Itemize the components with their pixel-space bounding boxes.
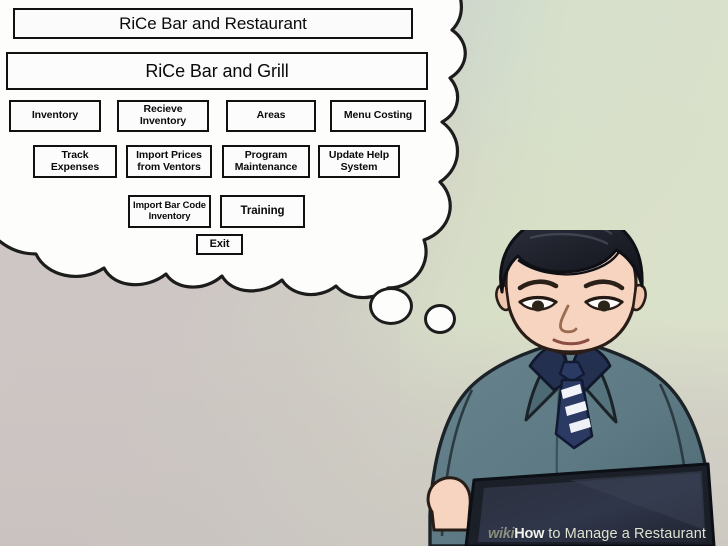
- restaurant-management-app-window: RiCe Bar and Restaurant RiCe Bar and Gri…: [0, 0, 440, 270]
- button-import-prices-from-ventors[interactable]: Import Prices from Ventors: [126, 145, 212, 178]
- wikihow-watermark: wiki How to Manage a Restaurant: [488, 524, 706, 544]
- watermark-brand-suffix: How: [514, 526, 545, 542]
- hand-left: [426, 476, 472, 532]
- button-recieve-inventory[interactable]: Recieve Inventory: [117, 100, 209, 132]
- button-update-help-system[interactable]: Update Help System: [318, 145, 400, 178]
- button-import-bar-code-inventory[interactable]: Import Bar Code Inventory: [128, 195, 211, 228]
- button-menu-costing[interactable]: Menu Costing: [330, 100, 426, 132]
- app-titlebar: RiCe Bar and Restaurant: [13, 8, 413, 39]
- button-exit[interactable]: Exit: [196, 234, 243, 255]
- button-areas[interactable]: Areas: [226, 100, 316, 132]
- button-track-expenses[interactable]: Track Expenses: [33, 145, 117, 178]
- screenshot-canvas: RiCe Bar and Restaurant RiCe Bar and Gri…: [0, 0, 728, 546]
- watermark-brand-prefix: wiki: [488, 526, 515, 542]
- button-training[interactable]: Training: [220, 195, 305, 228]
- button-program-maintenance[interactable]: Program Maintenance: [222, 145, 310, 178]
- app-subtitle-banner: RiCe Bar and Grill: [6, 52, 428, 90]
- watermark-article-title: to Manage a Restaurant: [548, 526, 706, 542]
- businessman-illustration: [426, 230, 716, 546]
- thought-bubble-dot-large: [369, 287, 413, 325]
- button-inventory[interactable]: Inventory: [9, 100, 101, 132]
